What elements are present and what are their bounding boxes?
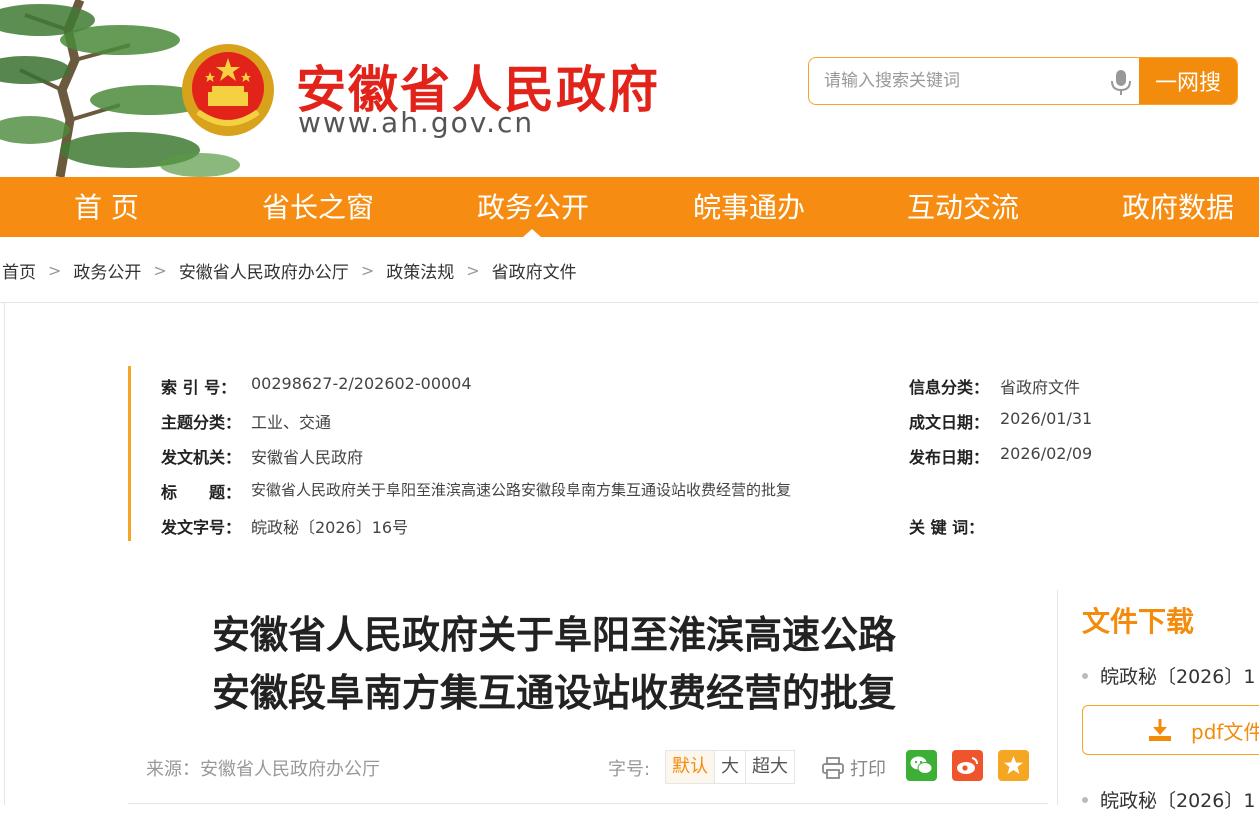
chevron-right-icon: > [466, 260, 480, 280]
download-item[interactable]: 皖政秘〔2026〕1 [1082, 662, 1255, 689]
index-value: 00298627-2/202602-00004 [251, 374, 472, 393]
breadcrumb-provincial-docs[interactable]: 省政府文件 [492, 258, 577, 283]
published-date-value: 2026/02/09 [1000, 444, 1093, 463]
chevron-right-icon: > [48, 260, 62, 280]
font-size-selector: 默认 大 超大 [665, 750, 795, 784]
chevron-right-icon: > [153, 260, 167, 280]
font-size-label: 字号: [608, 759, 651, 780]
breadcrumb-policy[interactable]: 政策法规 [386, 258, 454, 283]
breadcrumb-office[interactable]: 安徽省人民政府办公厅 [179, 258, 349, 283]
pdf-download-button[interactable]: pdf文件 [1082, 705, 1259, 755]
star-icon [1004, 756, 1023, 774]
topic-label: 主题分类： [161, 413, 242, 432]
site-header: 安徽省人民政府 www.ah.gov.cn 一网搜 [0, 0, 1259, 177]
printer-icon [822, 757, 844, 779]
issuer-label: 发文机关： [161, 448, 242, 467]
title-label: 标 题： [161, 483, 242, 502]
print-button[interactable]: 打印 [821, 755, 886, 781]
article-title-line-1: 安徽省人民政府关于阜阳至淮滨高速公路 [212, 613, 897, 657]
article-title: 安徽省人民政府关于阜阳至淮滨高速公路 安徽段阜南方集互通设站收费经营的批复 [212, 606, 972, 722]
weibo-icon [957, 757, 978, 774]
written-date-label: 成文日期： [909, 413, 990, 432]
doc-number-value: 皖政秘〔2026〕16号 [251, 518, 409, 537]
nav-item-governor[interactable]: 省长之窗 [262, 177, 374, 237]
article-title-line-2: 安徽段阜南方集互通设站收费经营的批复 [212, 671, 897, 715]
search-input[interactable] [809, 58, 1124, 104]
font-size-xlarge-button[interactable]: 超大 [746, 751, 794, 783]
font-size-default-button[interactable]: 默认 [666, 751, 715, 783]
published-date-label: 发布日期： [909, 448, 990, 467]
file-download-title: 文件下载 [1082, 605, 1195, 638]
index-label: 索 引 号： [161, 378, 237, 397]
nav-item-home[interactable]: 首 页 [74, 177, 139, 237]
bullet-icon [1082, 796, 1088, 803]
article-source: 来源：安徽省人民政府办公厅 [146, 759, 380, 780]
nav-item-interaction[interactable]: 互动交流 [907, 177, 1019, 237]
main-nav: 首 页 省长之窗 政务公开 皖事通办 互动交流 政府数据 [0, 177, 1259, 237]
nav-item-gov-data[interactable]: 政府数据 [1122, 177, 1234, 237]
breadcrumb-gov-affairs[interactable]: 政务公开 [73, 258, 141, 283]
favorite-button[interactable] [998, 750, 1029, 781]
search-button[interactable]: 一网搜 [1139, 58, 1237, 104]
font-size-large-button[interactable]: 大 [715, 751, 746, 783]
breadcrumb: 首页 > 政务公开 > 安徽省人民政府办公厅 > 政策法规 > 省政府文件 [2, 258, 577, 283]
breadcrumb-home[interactable]: 首页 [2, 258, 36, 283]
bullet-icon [1082, 672, 1088, 679]
keywords-label: 关 键 词： [909, 518, 985, 537]
wechat-icon [910, 756, 933, 774]
wechat-share-button[interactable] [906, 750, 937, 781]
title-value: 安徽省人民政府关于阜阳至淮滨高速公路安徽段阜南方集互通设站收费经营的批复 [251, 481, 792, 499]
download-item-label: 皖政秘〔2026〕1 [1100, 790, 1256, 812]
topic-value: 工业、交通 [251, 413, 332, 432]
document-metadata: 索 引 号： 00298627-2/202602-00004 信息分类： 省政府… [128, 366, 1131, 541]
nav-active-indicator [523, 229, 541, 237]
sidebar-divider [1057, 590, 1058, 805]
weibo-share-button[interactable] [952, 750, 983, 781]
national-emblem-logo [182, 44, 274, 136]
print-label: 打印 [850, 759, 886, 780]
written-date-value: 2026/01/31 [1000, 409, 1093, 428]
search-bar: 一网搜 [808, 57, 1238, 105]
download-item-label: 皖政秘〔2026〕1 [1100, 666, 1256, 688]
category-label: 信息分类： [909, 378, 990, 397]
nav-item-services[interactable]: 皖事通办 [693, 177, 805, 237]
category-value: 省政府文件 [1000, 378, 1081, 397]
download-icon [1149, 719, 1171, 741]
nav-item-gov-affairs[interactable]: 政务公开 [477, 177, 589, 237]
doc-number-label: 发文字号： [161, 518, 242, 537]
site-url: www.ah.gov.cn [298, 106, 535, 139]
issuer-value: 安徽省人民政府 [251, 448, 364, 467]
article-divider [128, 803, 1048, 804]
pdf-download-label: pdf文件 [1191, 719, 1259, 744]
download-item[interactable]: 皖政秘〔2026〕1 [1082, 786, 1255, 813]
chevron-right-icon: > [360, 260, 375, 280]
microphone-icon[interactable] [1109, 68, 1133, 96]
